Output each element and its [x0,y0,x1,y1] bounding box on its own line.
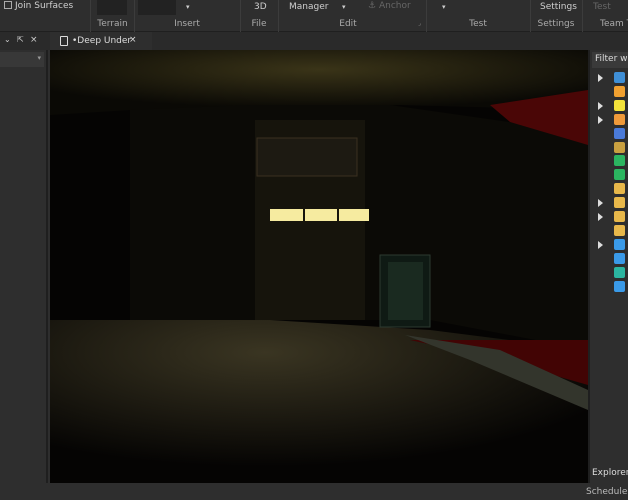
players-icon [614,85,625,97]
explorer-item[interactable] [598,252,628,266]
anchor-label: Anchor [378,1,411,11]
scene-render [50,50,588,483]
network-client-icon [614,127,625,139]
tab-deep-under[interactable]: •Deep Under × [50,32,152,50]
left-panel-dropdown[interactable]: ▾ [0,52,44,67]
expand-arrow-icon[interactable] [598,101,603,110]
explorer-item[interactable] [598,141,628,155]
filter-placeholder: Filter wo [595,54,628,64]
insert-group-label: Insert [174,19,200,29]
settings-button[interactable]: Settings [540,2,577,12]
expand-arrow-icon[interactable] [598,199,603,208]
tab-label: •Deep Under [72,36,132,46]
test-service-icon [614,280,625,292]
explorer-item[interactable] [598,238,628,252]
explorer-filter-input[interactable]: Filter wo [592,52,628,68]
insert-part-button[interactable] [138,0,176,15]
ribbon-toolbar: Join Surfaces Terrain ▾ Insert 3D File M… [0,0,628,32]
place-file-icon [60,36,68,46]
lighting-icon [614,99,625,111]
insert-dropdown-icon[interactable]: ▾ [186,3,190,11]
join-surfaces-checkbox[interactable]: Join Surfaces [4,1,73,11]
join-surfaces-label: Join Surfaces [15,1,74,11]
explorer-item[interactable] [598,183,628,196]
test-dropdown-icon[interactable]: ▾ [442,3,446,11]
terrain-button[interactable] [97,0,127,15]
chevron-down-icon: ▾ [37,54,41,62]
file-group-label: File [251,19,267,29]
explorer-item[interactable] [598,169,628,182]
test-group-label: Test [469,19,487,29]
explorer-item[interactable] [598,155,628,168]
explorer-title: Explorer [592,468,628,478]
workspace-icon [614,72,625,83]
explorer-item[interactable] [598,280,628,294]
expand-arrow-icon[interactable] [598,74,603,82]
explorer-item[interactable] [598,113,628,127]
tab-close-button[interactable]: × [129,35,137,45]
expand-arrow-icon[interactable] [598,115,603,124]
light-panel [270,209,303,221]
replicated-storage-icon [614,155,625,167]
edit-expand-icon[interactable]: ⌟ [418,20,421,27]
explorer-item[interactable] [598,85,628,99]
team-test-button[interactable]: Test [593,2,611,12]
terrain-group-label: Terrain [97,19,128,29]
anchor-button[interactable]: ⚓ Anchor [368,1,411,11]
explorer-item[interactable] [598,99,628,113]
chat-icon [614,252,625,264]
edit-group-label: Edit [339,19,357,29]
settings-group-label: Settings [537,19,575,29]
expand-arrow-icon[interactable] [598,213,603,221]
explorer-item[interactable] [598,127,628,141]
starter-player-icon [614,224,625,236]
starter-gui-icon [614,197,625,209]
checkbox-icon [4,1,12,9]
left-panel: ▾ [0,50,48,483]
scheduler-label: Scheduler: [586,487,628,497]
explorer-item[interactable] [598,211,628,224]
explorer-item[interactable] [598,266,628,280]
explorer-item[interactable] [598,197,628,210]
explorer-item[interactable] [598,72,628,85]
3d-button[interactable]: 3D [254,2,267,12]
expand-arrow-icon[interactable] [598,240,603,249]
server-storage-icon [614,183,625,195]
tab-bar: ⌄ ⇱ × •Deep Under × [0,32,628,50]
float-panel-icon[interactable]: ⇱ [17,35,24,44]
manager-button[interactable]: Manager [289,2,328,12]
anchor-icon: ⚓ [368,1,377,11]
server-script-service-icon [614,169,625,181]
material-service-icon [614,113,625,125]
close-panel-button[interactable]: × [30,35,38,45]
3d-viewport[interactable] [50,50,588,483]
sound-service-icon [614,238,625,250]
localization-icon [614,266,625,278]
replicated-first-icon [614,141,625,153]
manager-dropdown-icon[interactable]: ▾ [342,3,346,11]
status-bar: Scheduler: [0,483,628,500]
explorer-item[interactable] [598,224,628,238]
explorer-panel: Filter wo Explorer [588,50,628,483]
starter-pack-icon [614,211,625,222]
collapse-icon[interactable]: ⌄ [4,35,11,44]
team-test-group-label: Team T [600,19,628,29]
